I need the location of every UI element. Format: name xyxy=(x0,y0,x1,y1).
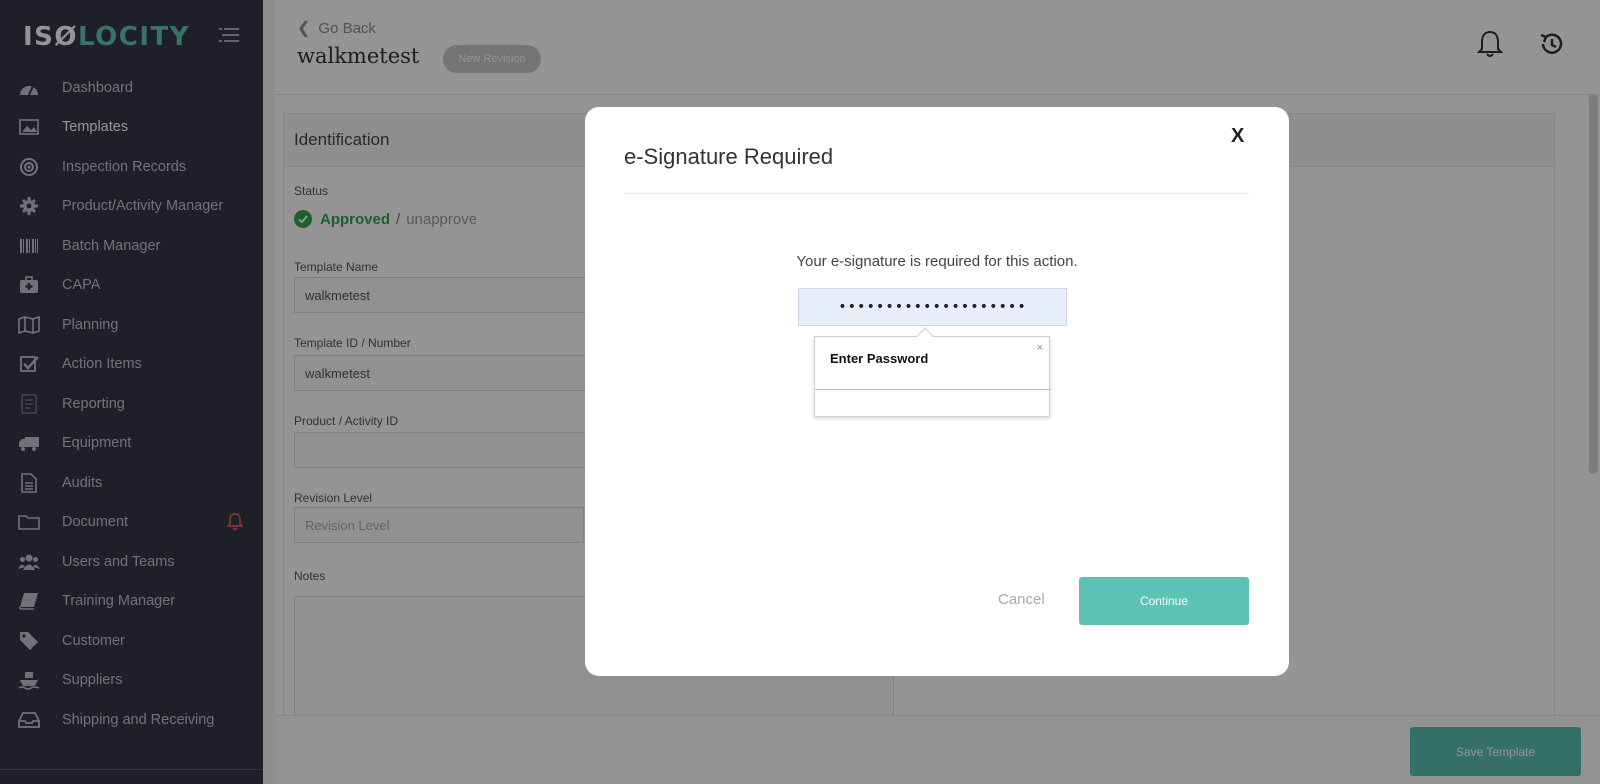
password-field[interactable] xyxy=(798,288,1067,326)
tooltip-text: Enter Password xyxy=(830,351,929,366)
tooltip-divider xyxy=(815,389,1051,390)
cancel-button[interactable]: Cancel xyxy=(998,591,1045,608)
modal-message: Your e-signature is required for this ac… xyxy=(796,253,1078,270)
validation-tooltip: Enter Password × xyxy=(814,327,1051,417)
tooltip-close-icon[interactable]: × xyxy=(1037,342,1043,354)
modal-divider xyxy=(624,193,1249,194)
close-icon[interactable]: X xyxy=(1231,125,1244,148)
tooltip-arrow xyxy=(916,327,934,345)
modal-title: e-Signature Required xyxy=(624,144,834,169)
esignature-modal: X e-Signature Required Your e-signature … xyxy=(585,107,1289,676)
continue-button[interactable]: Continue xyxy=(1079,577,1249,625)
